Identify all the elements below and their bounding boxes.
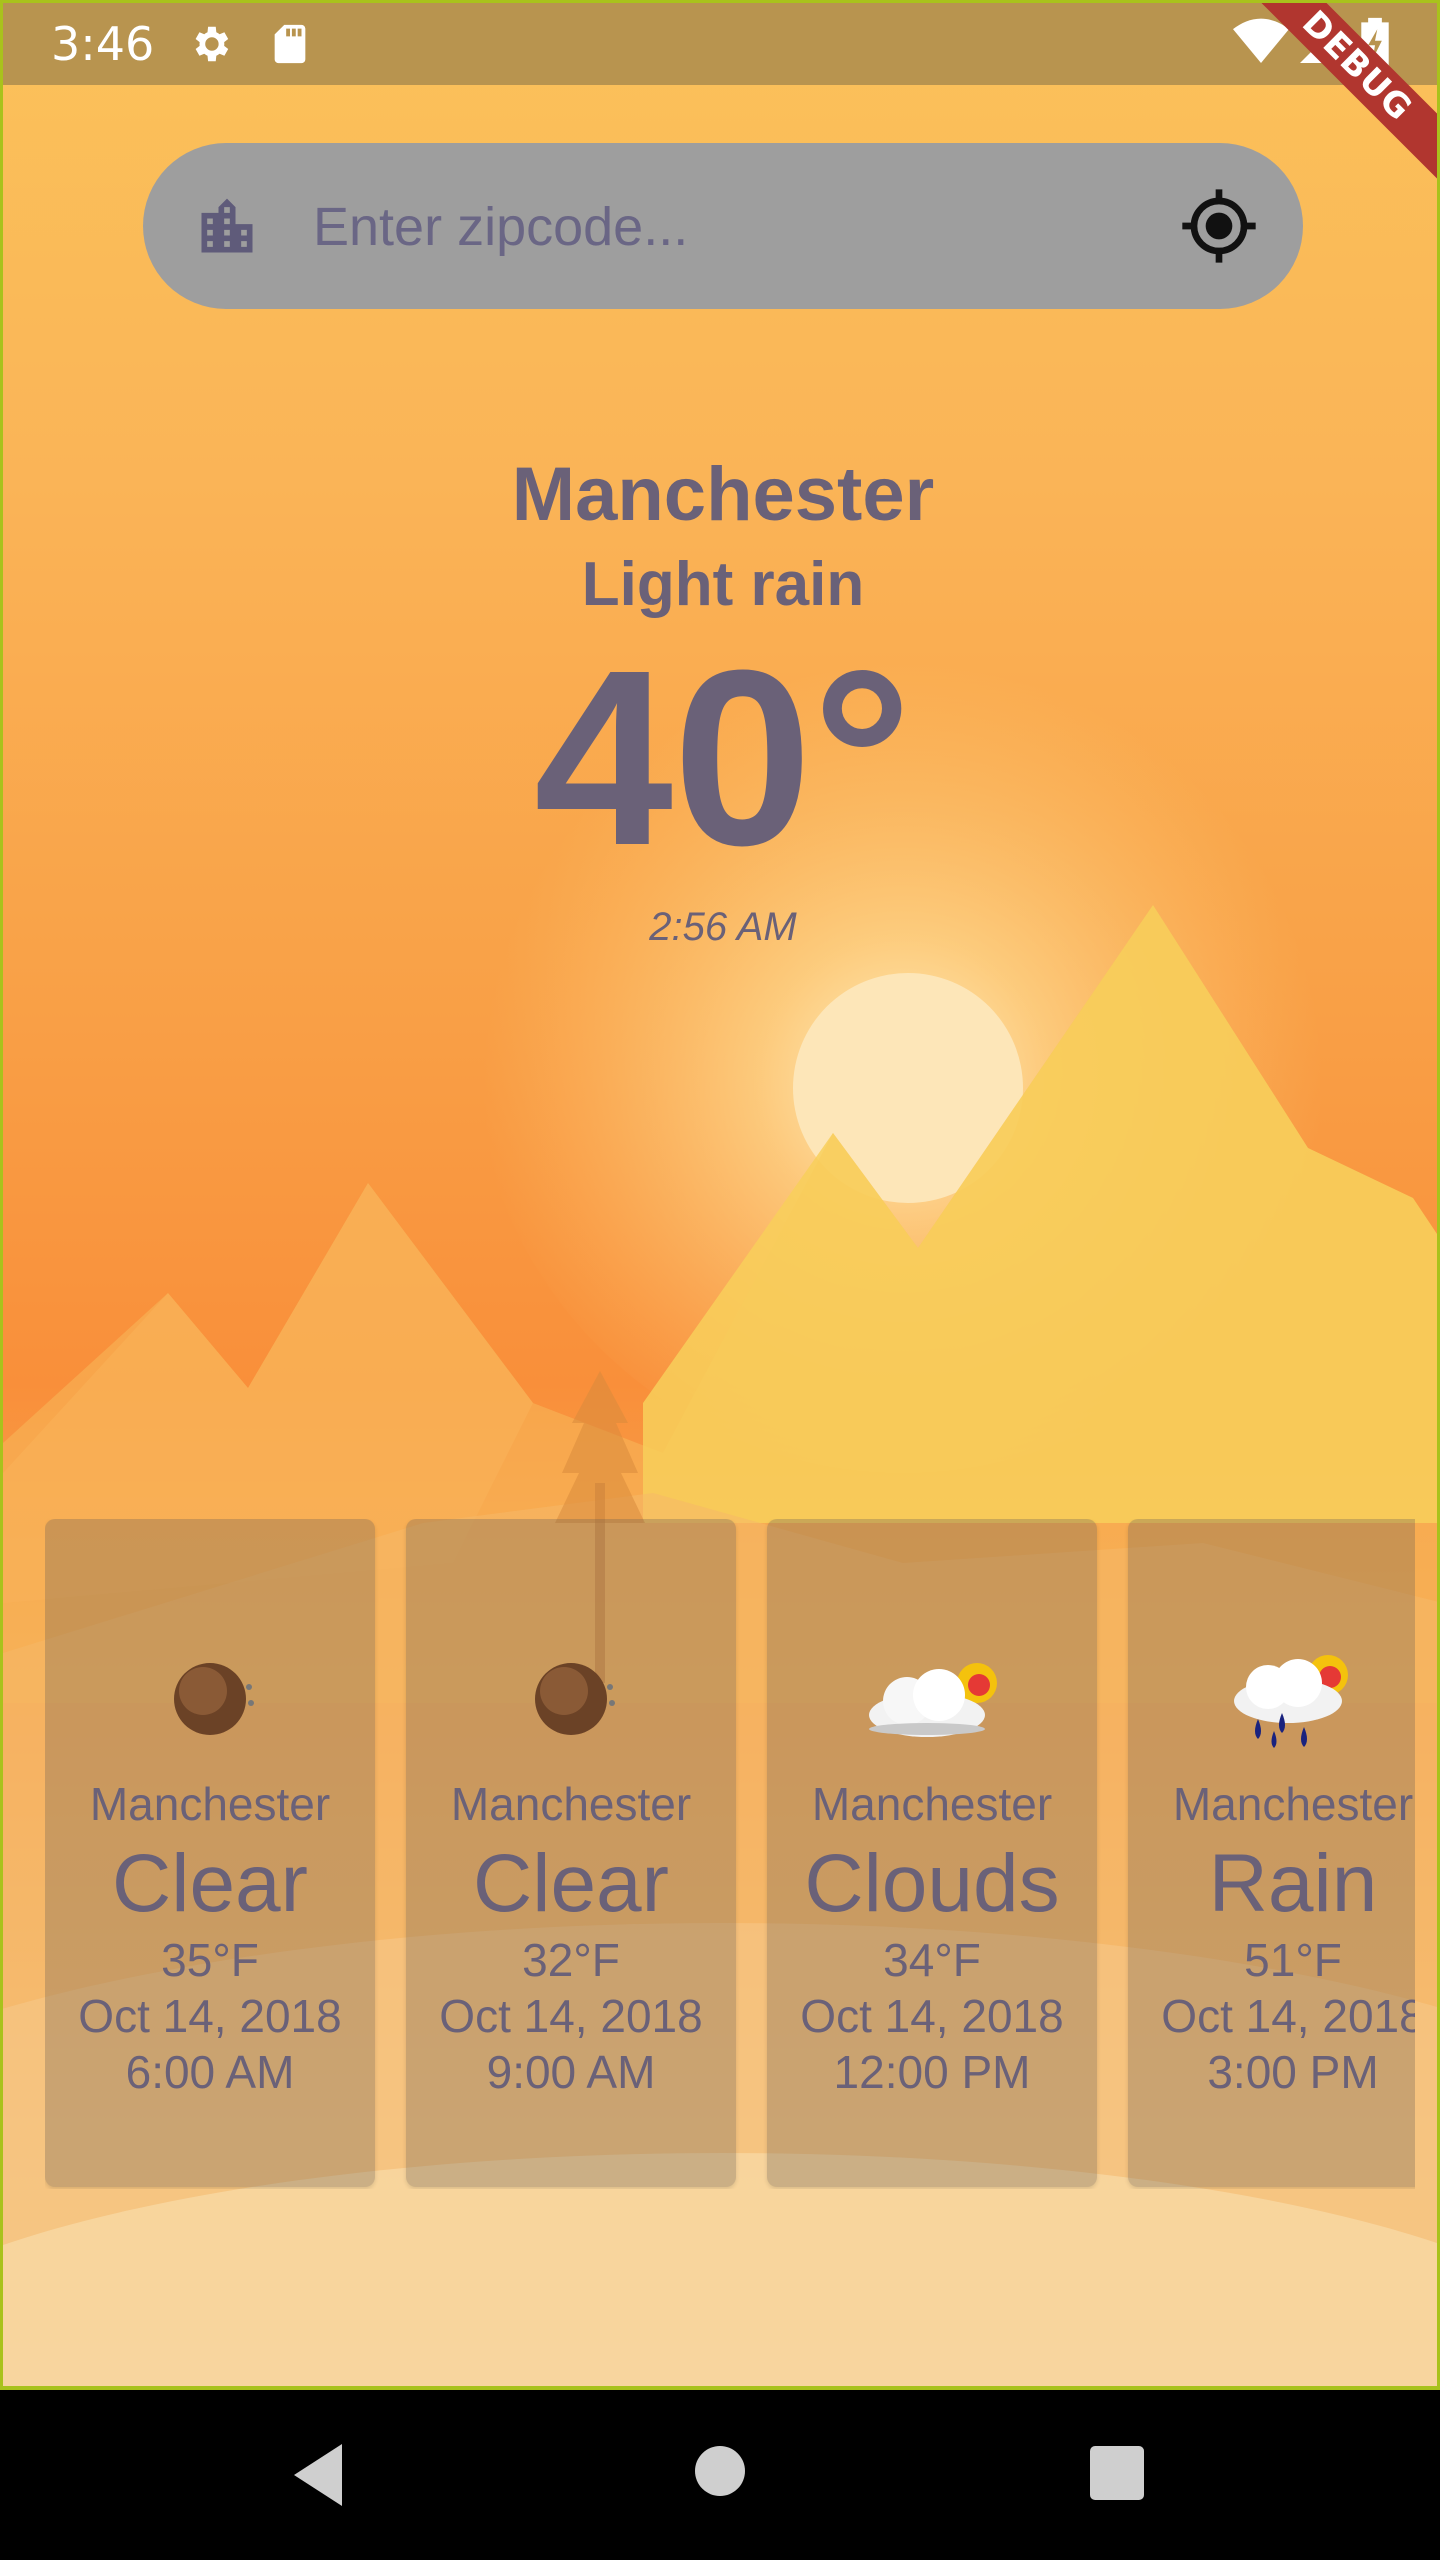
back-icon[interactable] bbox=[290, 2440, 346, 2514]
settings-gear-icon bbox=[187, 21, 233, 71]
forecast-city: Manchester bbox=[450, 1778, 692, 1830]
forecast-date: Oct 14, 2018 bbox=[78, 1990, 342, 2042]
forecast-time: 6:00 AM bbox=[125, 2046, 295, 2098]
forecast-temperature: 51°F bbox=[1244, 1934, 1342, 1986]
cloud-sun-icon bbox=[869, 1663, 997, 1737]
clear-night-icon bbox=[174, 1663, 254, 1735]
wifi-icon bbox=[1233, 17, 1289, 71]
status-bar: 3:46 bbox=[3, 3, 1437, 85]
forecast-time: 9:00 AM bbox=[486, 2046, 656, 2098]
forecast-temperature: 35°F bbox=[161, 1934, 259, 1986]
forecast-card[interactable]: Manchester Clear 32°F Oct 14, 2018 9:00 … bbox=[406, 1519, 736, 2187]
forecast-time: 12:00 PM bbox=[833, 2046, 1031, 2098]
current-temperature: 40° bbox=[533, 618, 913, 897]
status-time: 3:46 bbox=[51, 17, 155, 71]
forecast-date: Oct 14, 2018 bbox=[439, 1990, 703, 2042]
current-description: Light rain bbox=[581, 550, 865, 619]
recents-icon[interactable] bbox=[1090, 2446, 1144, 2504]
forecast-temperature: 34°F bbox=[883, 1934, 981, 1986]
zipcode-input[interactable] bbox=[311, 173, 1145, 281]
current-time: 2:56 AM bbox=[649, 905, 797, 949]
forecast-condition: Clear bbox=[112, 1838, 308, 1929]
forecast-time: 3:00 PM bbox=[1207, 2046, 1379, 2098]
forecast-date: Oct 14, 2018 bbox=[1161, 1990, 1415, 2042]
forecast-card[interactable]: Manchester Clear 35°F Oct 14, 2018 6:00 … bbox=[45, 1519, 375, 2187]
forecast-card[interactable]: Manchester Rain 51°F Oct 14, 2018 3:00 P… bbox=[1128, 1519, 1415, 2187]
sd-card-icon bbox=[267, 21, 313, 71]
clear-night-icon bbox=[535, 1663, 615, 1735]
forecast-city: Manchester bbox=[89, 1778, 331, 1830]
forecast-temperature: 32°F bbox=[522, 1934, 620, 1986]
forecast-date: Oct 14, 2018 bbox=[800, 1990, 1064, 2042]
forecast-condition: Clear bbox=[473, 1838, 669, 1929]
home-icon[interactable] bbox=[694, 2445, 746, 2501]
rain-cloud-sun-icon bbox=[1234, 1655, 1348, 1748]
forecast-list[interactable]: Manchester Clear 35°F Oct 14, 2018 6:00 … bbox=[45, 1519, 1415, 2189]
my-location-icon[interactable] bbox=[1179, 186, 1259, 270]
zipcode-search-bar bbox=[143, 143, 1303, 309]
forecast-card[interactable]: Manchester Clouds 34°F Oct 14, 2018 12:0… bbox=[767, 1519, 1097, 2187]
forecast-city: Manchester bbox=[811, 1778, 1053, 1830]
system-navigation-bar bbox=[0, 2390, 1440, 2560]
forecast-city: Manchester bbox=[1172, 1778, 1414, 1830]
forecast-condition: Clouds bbox=[804, 1838, 1060, 1929]
current-city: Manchester bbox=[511, 452, 935, 537]
city-building-icon bbox=[193, 193, 261, 265]
app-screen: 3:46 DEBUG Manchester Light rain 40° 2:5… bbox=[0, 0, 1440, 2390]
forecast-condition: Rain bbox=[1208, 1838, 1378, 1929]
